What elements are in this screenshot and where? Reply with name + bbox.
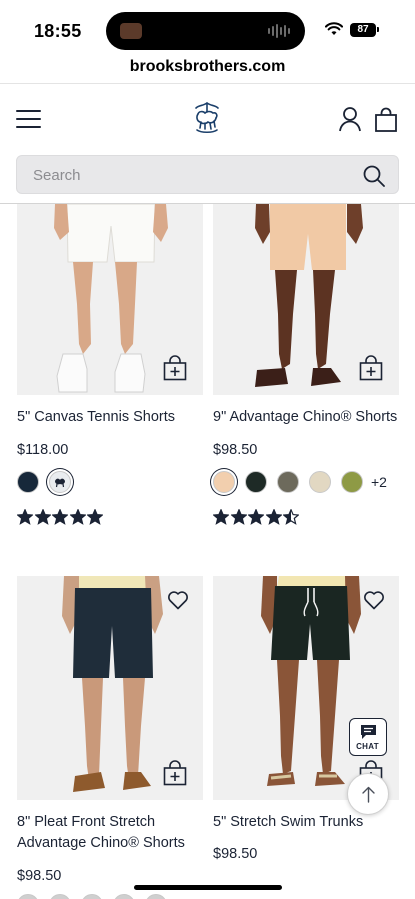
browser-url: brooksbrothers.com xyxy=(129,58,286,75)
color-swatch[interactable] xyxy=(113,894,135,899)
product-price: $98.50 xyxy=(213,846,258,862)
wishlist-heart-icon[interactable] xyxy=(363,590,385,610)
color-swatch[interactable] xyxy=(341,471,363,493)
search-input[interactable]: Search xyxy=(16,155,399,194)
star-full-icon xyxy=(69,509,86,525)
star-full-icon xyxy=(87,509,103,525)
battery-tip xyxy=(377,27,379,32)
quick-add-bag-icon[interactable] xyxy=(163,760,187,786)
status-bar: 18:55 87 xyxy=(0,0,415,58)
chat-bubble-icon xyxy=(361,725,376,739)
star-full-icon xyxy=(34,509,51,525)
site-header xyxy=(0,86,415,152)
wifi-icon xyxy=(325,22,343,35)
color-swatch[interactable] xyxy=(49,471,71,493)
status-time: 18:55 xyxy=(34,21,82,41)
search-placeholder: Search xyxy=(33,167,81,184)
color-swatch[interactable] xyxy=(245,471,267,493)
color-swatch[interactable] xyxy=(277,471,299,493)
battery-icon: 87 xyxy=(350,23,376,37)
chat-label: CHAT xyxy=(356,742,379,751)
quick-add-bag-icon[interactable] xyxy=(359,355,383,381)
product-price: $98.50 xyxy=(213,442,258,458)
color-swatch[interactable] xyxy=(145,894,167,899)
star-full-icon xyxy=(52,509,68,525)
product-title[interactable]: 5" Stretch Swim Trunks xyxy=(213,812,403,833)
star-full-icon xyxy=(17,509,33,525)
color-swatch[interactable] xyxy=(81,894,103,899)
color-swatches xyxy=(17,892,177,899)
music-app-icon xyxy=(120,23,142,39)
product-image[interactable] xyxy=(17,576,203,800)
more-colors-count[interactable]: +2 xyxy=(371,474,387,490)
product-image[interactable] xyxy=(17,204,203,395)
browser-url-bar[interactable]: brooksbrothers.com xyxy=(0,58,415,84)
star-rating xyxy=(17,509,105,525)
star-full-icon xyxy=(213,509,229,525)
dynamic-island xyxy=(106,12,305,50)
product-title[interactable]: 9" Advantage Chino® Shorts xyxy=(213,407,403,428)
account-icon[interactable] xyxy=(338,106,362,132)
fleece-pattern-icon xyxy=(55,478,65,488)
star-rating xyxy=(213,509,301,525)
color-swatch[interactable] xyxy=(17,894,39,899)
star-full-icon xyxy=(230,509,247,525)
star-full-icon xyxy=(248,509,264,525)
color-swatches: +2 xyxy=(213,469,387,495)
product-title[interactable]: 8" Pleat Front Stretch Advantage Chino® … xyxy=(17,812,207,854)
star-full-icon xyxy=(265,509,282,525)
color-swatches xyxy=(17,469,81,495)
wishlist-heart-icon[interactable] xyxy=(167,590,189,610)
chat-button[interactable]: CHAT xyxy=(349,718,387,756)
product-image[interactable] xyxy=(213,204,399,395)
back-to-top-button[interactable] xyxy=(347,773,389,815)
color-swatch[interactable] xyxy=(49,894,71,899)
color-swatch[interactable] xyxy=(213,471,235,493)
product-price: $98.50 xyxy=(17,868,62,884)
product-title[interactable]: 5" Canvas Tennis Shorts xyxy=(17,407,207,428)
menu-icon[interactable] xyxy=(16,110,41,128)
quick-add-bag-icon[interactable] xyxy=(163,355,187,381)
shopping-bag-icon[interactable] xyxy=(374,107,398,132)
home-indicator xyxy=(134,885,282,890)
star-half-icon xyxy=(283,509,299,525)
product-image[interactable] xyxy=(213,576,399,800)
golden-fleece-logo-icon[interactable] xyxy=(189,100,225,136)
color-swatch[interactable] xyxy=(309,471,331,493)
search-icon[interactable] xyxy=(362,164,386,188)
arrow-up-icon xyxy=(362,786,375,803)
product-price: $118.00 xyxy=(17,442,69,458)
audio-waveform-icon xyxy=(268,24,290,38)
color-swatch[interactable] xyxy=(17,471,39,493)
